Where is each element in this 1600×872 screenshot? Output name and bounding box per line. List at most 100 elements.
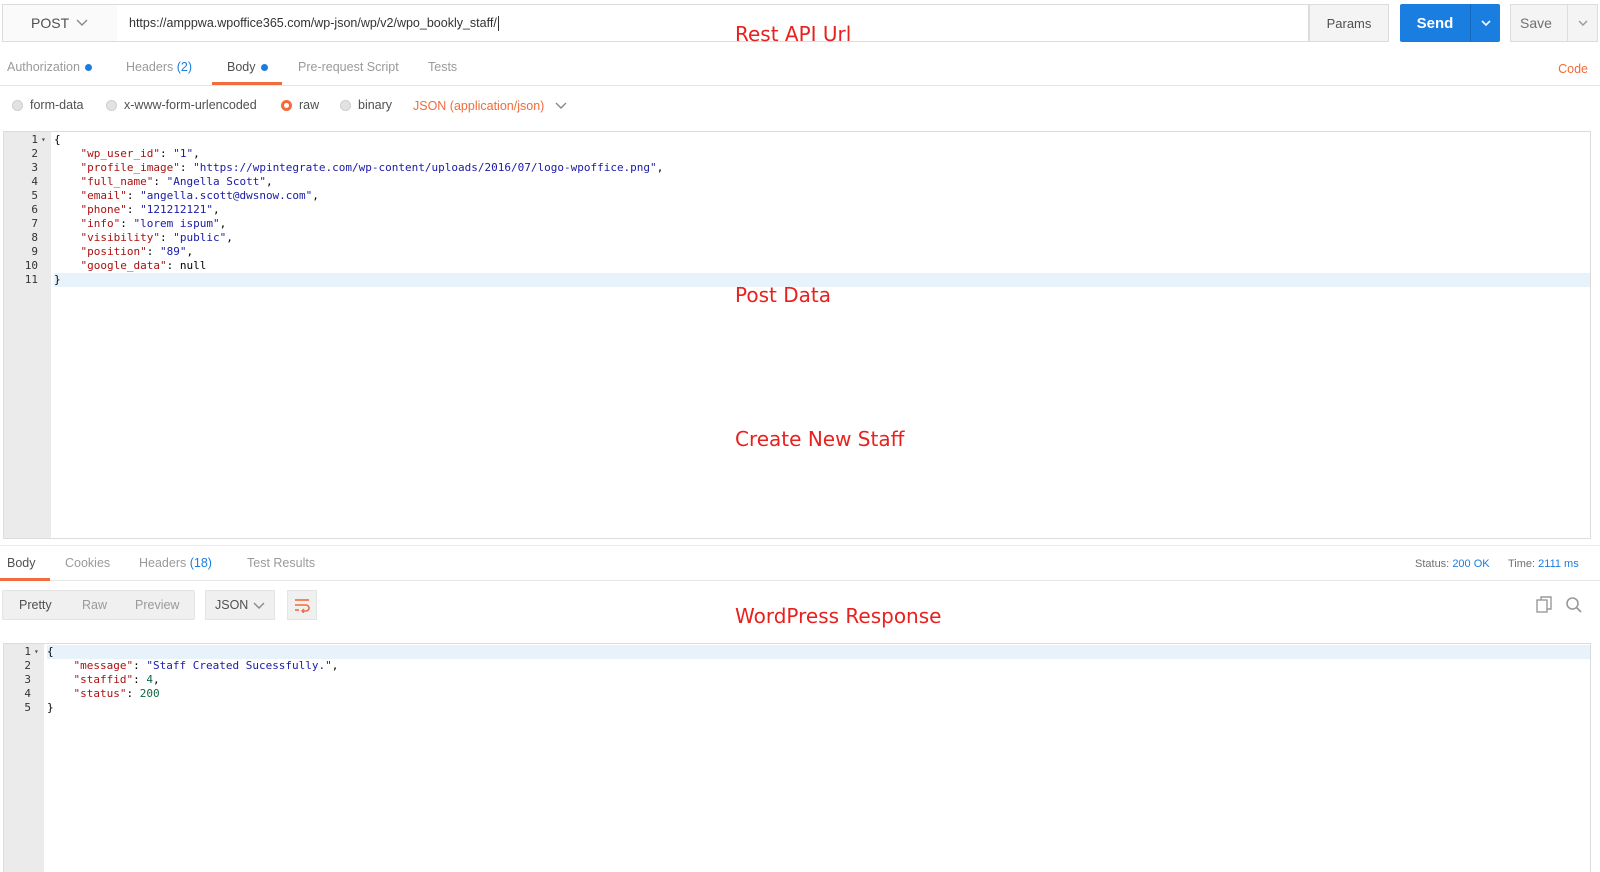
radio-label: raw [299, 98, 320, 112]
send-button[interactable]: Send [1400, 4, 1500, 42]
radio-binary[interactable]: binary [340, 98, 392, 112]
annotation-create-staff: Create New Staff [735, 427, 905, 451]
chevron-down-icon [253, 602, 265, 609]
tab-label: Tests [428, 60, 458, 74]
annotation-post-data: Post Data [735, 283, 831, 307]
save-options-button[interactable] [1567, 5, 1597, 41]
radio-raw[interactable]: raw [281, 98, 319, 112]
code-text: "visibility": "public", [80, 231, 233, 244]
tab-authorization[interactable]: Authorization [7, 60, 92, 74]
line-number: 3 [24, 673, 31, 686]
tab-cookies[interactable]: Cookies [65, 556, 110, 570]
tab-headers[interactable]: Headers (2) [126, 60, 192, 74]
annotation-url: Rest API Url [735, 22, 852, 46]
status-value: 200 OK [1452, 558, 1490, 570]
line-number: 1 [24, 645, 31, 658]
tab-tests[interactable]: Tests [428, 60, 457, 74]
format-label: JSON [215, 598, 249, 612]
text-caret [497, 15, 499, 31]
radio-label: x-www-form-urlencoded [124, 98, 257, 112]
wrap-lines-icon [295, 599, 310, 613]
chevron-down-icon [1578, 20, 1587, 26]
tab-body[interactable]: Body [227, 60, 268, 74]
time-label: Time: [1508, 558, 1536, 570]
code-text: "full_name": "Angella Scott", [80, 175, 273, 188]
radio-circle-icon [12, 99, 23, 111]
line-number: 10 [24, 259, 38, 272]
response-view-switch: Pretty Raw Preview [2, 590, 195, 620]
headers-count: (18) [189, 556, 212, 570]
code-text: "google_data": null [80, 259, 207, 272]
chevron-down-icon [1480, 20, 1491, 27]
code-link[interactable]: Code [1558, 62, 1588, 76]
code-text: "position": "89", [80, 245, 194, 258]
code-text: } [47, 701, 54, 714]
line-number: 9 [31, 245, 38, 258]
save-button[interactable]: Save [1510, 4, 1598, 42]
line-number: 1 [31, 133, 38, 146]
code-text: "status": 200 [73, 687, 160, 700]
line-number: 6 [31, 203, 38, 216]
response-body-viewer[interactable]: 1 ▾ {2 "message": "Staff Created Sucessful… [3, 643, 1591, 872]
copy-icon[interactable] [1535, 596, 1553, 614]
tab-pre-request-script[interactable]: Pre-request Script [298, 60, 399, 74]
params-label: Params [1326, 15, 1372, 31]
fold-toggle-icon[interactable]: ▾ [41, 133, 46, 147]
fold-toggle-icon[interactable]: ▾ [34, 645, 39, 659]
modified-dot-icon [260, 64, 268, 72]
search-icon[interactable] [1565, 596, 1583, 614]
method-select[interactable]: POST [2, 4, 118, 42]
save-label: Save [1520, 15, 1552, 31]
code-text: { [54, 133, 61, 146]
code-text: } [54, 273, 61, 286]
body-type-options: form-data x-www-form-urlencoded raw bina… [0, 90, 1600, 124]
code-text: "email": "angella.scott@dwsnow.com", [80, 189, 319, 202]
code-text: "wp_user_id": "1", [80, 147, 200, 160]
annotation-response: WordPress Response [735, 604, 942, 628]
status-label: Status: [1415, 558, 1450, 570]
radio-circle-icon [106, 99, 117, 111]
tab-label: Cookies [65, 556, 111, 570]
code-text: "staffid": 4, [73, 673, 160, 686]
tab-label: Headers [139, 556, 187, 570]
line-number: 2 [31, 147, 38, 160]
response-format-select[interactable]: JSON [205, 590, 275, 620]
response-tabs: Body Cookies Headers (18) Test Results S… [0, 545, 1600, 581]
active-line-highlight [47, 645, 1590, 659]
view-raw[interactable]: Raw [82, 598, 107, 612]
active-tab-indicator [0, 578, 50, 581]
request-body-editor[interactable]: 1 ▾ {2 "wp_user_id": "1", 3 "profile_image"… [3, 131, 1591, 539]
tab-label: Body [227, 60, 256, 74]
code-text: "profile_image": "https://wpintegrate.co… [80, 161, 664, 174]
line-number: 4 [31, 175, 38, 188]
method-label: POST [31, 15, 70, 31]
content-type-label: JSON (application/json) [413, 99, 545, 113]
params-button[interactable]: Params [1309, 4, 1389, 42]
url-input[interactable]: https://amppwa.wpoffice365.com/wp-json/w… [117, 4, 1309, 42]
line-number: 8 [31, 231, 38, 244]
tab-response-headers[interactable]: Headers (18) [139, 556, 212, 570]
tab-response-body[interactable]: Body [7, 556, 36, 570]
response-status: Status: 200 OK [1415, 558, 1490, 570]
radio-x-www-form-urlencoded[interactable]: x-www-form-urlencoded [106, 98, 257, 112]
wrap-lines-button[interactable] [287, 590, 317, 620]
line-number: 2 [24, 659, 31, 672]
content-type-select[interactable]: JSON (application/json) [413, 99, 568, 113]
radio-label: form-data [30, 98, 84, 112]
line-number: 3 [31, 161, 38, 174]
view-preview[interactable]: Preview [135, 598, 179, 612]
view-pretty[interactable]: Pretty [19, 598, 52, 612]
line-number: 7 [31, 217, 38, 230]
line-number: 5 [24, 701, 31, 714]
radio-selected-icon [281, 99, 292, 111]
code-text: { [47, 645, 54, 658]
radio-label: binary [358, 98, 393, 112]
radio-form-data[interactable]: form-data [12, 98, 84, 112]
headers-count: (2) [176, 60, 193, 74]
tab-test-results[interactable]: Test Results [247, 556, 315, 570]
chevron-down-icon [555, 102, 567, 109]
send-options-button[interactable] [1470, 4, 1500, 42]
chevron-down-icon [76, 19, 88, 26]
radio-circle-icon [340, 99, 351, 111]
line-number: 5 [31, 189, 38, 202]
